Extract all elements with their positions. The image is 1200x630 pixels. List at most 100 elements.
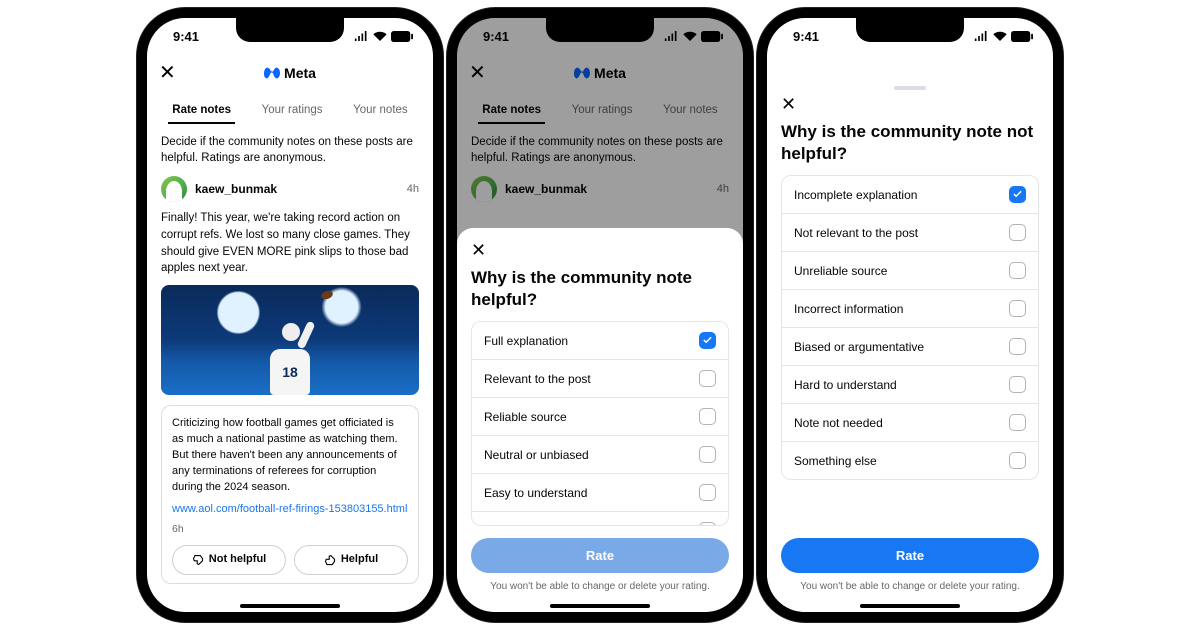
sheet-footer: Rate You won't be able to change or dele… bbox=[471, 526, 729, 612]
option-label: Hard to understand bbox=[794, 378, 897, 392]
close-icon[interactable]: ✕ bbox=[159, 60, 176, 85]
sheet-title: Why is the community note helpful? bbox=[471, 267, 729, 311]
phone-rate-notes: 9:41 ✕ Meta Rate notes Your ratings Your… bbox=[147, 18, 433, 612]
phone-notch bbox=[856, 18, 964, 42]
option-label: Reliable source bbox=[484, 410, 567, 424]
meta-logo-icon bbox=[264, 65, 280, 81]
sheet-footer: Rate You won't be able to change or dele… bbox=[781, 526, 1039, 612]
home-indicator[interactable] bbox=[550, 604, 650, 608]
checkbox[interactable] bbox=[699, 484, 716, 501]
battery-icon bbox=[391, 31, 413, 42]
rate-footnote: You won't be able to change or delete yo… bbox=[471, 581, 729, 592]
jersey-number: 18 bbox=[270, 349, 310, 395]
thumbs-down-icon bbox=[192, 554, 204, 566]
option-label: Not relevant to the post bbox=[794, 226, 918, 240]
option-row[interactable]: Something else bbox=[782, 441, 1038, 479]
brand-text: Meta bbox=[284, 65, 316, 81]
post-image[interactable]: 18 bbox=[161, 285, 419, 395]
post-header: kaew_bunmak 4h bbox=[161, 176, 419, 202]
phone-notch bbox=[546, 18, 654, 42]
checkbox[interactable] bbox=[1009, 376, 1026, 393]
checkbox[interactable] bbox=[1009, 186, 1026, 203]
username[interactable]: kaew_bunmak bbox=[195, 182, 277, 196]
option-row[interactable]: Easy to understand bbox=[472, 473, 728, 511]
battery-icon bbox=[1011, 31, 1033, 42]
checkbox[interactable] bbox=[1009, 338, 1026, 355]
option-row[interactable]: Biased or argumentative bbox=[782, 327, 1038, 365]
phone-not-helpful-sheet: 9:41 ✕ Why is the community note not hel… bbox=[767, 18, 1053, 612]
option-label: Easy to understand bbox=[484, 486, 587, 500]
top-bar: ✕ Meta bbox=[147, 54, 433, 92]
phone-notch bbox=[236, 18, 344, 42]
option-label: Note not needed bbox=[794, 416, 883, 430]
checkbox[interactable] bbox=[1009, 300, 1026, 317]
checkbox[interactable] bbox=[1009, 414, 1026, 431]
option-label: Something else bbox=[794, 454, 877, 468]
signal-icon bbox=[974, 31, 989, 41]
tab-rate-notes[interactable]: Rate notes bbox=[168, 98, 235, 124]
helpful-button[interactable]: Helpful bbox=[294, 545, 408, 575]
tab-your-notes[interactable]: Your notes bbox=[349, 98, 412, 124]
note-text: Criticizing how football games get offic… bbox=[172, 416, 408, 496]
signal-icon bbox=[354, 31, 369, 41]
home-indicator[interactable] bbox=[860, 604, 960, 608]
option-row[interactable]: Neutral or unbiased bbox=[472, 435, 728, 473]
option-label: Full explanation bbox=[484, 334, 568, 348]
note-actions: Not helpful Helpful bbox=[172, 545, 408, 575]
option-row[interactable]: Unreliable source bbox=[782, 251, 1038, 289]
community-note: Criticizing how football games get offic… bbox=[161, 405, 419, 584]
option-row[interactable]: Full explanation bbox=[472, 322, 728, 359]
avatar[interactable] bbox=[161, 176, 187, 202]
option-row[interactable]: Note not needed bbox=[782, 403, 1038, 441]
brand: Meta bbox=[264, 65, 316, 81]
option-row[interactable]: Relevant to the post bbox=[472, 359, 728, 397]
checkbox[interactable] bbox=[699, 408, 716, 425]
instructions: Decide if the community notes on these p… bbox=[161, 134, 419, 166]
checkbox[interactable] bbox=[699, 332, 716, 349]
checkbox[interactable] bbox=[1009, 224, 1026, 241]
helpful-sheet: ✕ Why is the community note helpful? Ful… bbox=[457, 228, 743, 612]
tab-your-ratings[interactable]: Your ratings bbox=[258, 98, 327, 124]
options-list: Full explanation Relevant to the post Reli… bbox=[471, 321, 729, 526]
sheet-title: Why is the community note not helpful? bbox=[781, 121, 1039, 165]
checkbox[interactable] bbox=[699, 446, 716, 463]
status-signals bbox=[354, 31, 413, 42]
option-label: Incorrect information bbox=[794, 302, 903, 316]
option-label: Neutral or unbiased bbox=[484, 448, 589, 462]
checkbox[interactable] bbox=[1009, 262, 1026, 279]
tabs: Rate notes Your ratings Your notes bbox=[147, 92, 433, 124]
option-row[interactable]: Reliable source bbox=[472, 397, 728, 435]
option-row[interactable]: Hard to understand bbox=[782, 365, 1038, 403]
rate-button[interactable]: Rate bbox=[781, 538, 1039, 573]
wifi-icon bbox=[373, 31, 387, 41]
spacer bbox=[767, 54, 1053, 76]
post-body: Finally! This year, we're taking record … bbox=[161, 210, 419, 277]
option-label: Relevant to the post bbox=[484, 372, 591, 386]
content-scroll[interactable]: Decide if the community notes on these p… bbox=[147, 124, 433, 612]
note-link[interactable]: www.aol.com/football-ref-firings-1538031… bbox=[172, 502, 408, 518]
option-label: Unreliable source bbox=[794, 264, 887, 278]
sheet-close-icon[interactable]: ✕ bbox=[781, 94, 796, 115]
option-label: Biased or argumentative bbox=[794, 340, 924, 354]
option-row[interactable]: Incomplete explanation bbox=[782, 176, 1038, 213]
status-time: 9:41 bbox=[793, 29, 819, 44]
post-time: 4h bbox=[407, 183, 419, 195]
option-row[interactable]: Incorrect information bbox=[782, 289, 1038, 327]
not-helpful-sheet: ✕ Why is the community note not helpful?… bbox=[767, 74, 1053, 612]
option-row[interactable]: Something else bbox=[472, 511, 728, 526]
rate-button[interactable]: Rate bbox=[471, 538, 729, 573]
phone-helpful-sheet: 9:41 ✕ Meta Rate notes Your ratings Your… bbox=[457, 18, 743, 612]
wifi-icon bbox=[993, 31, 1007, 41]
options-list: Incomplete explanation Not relevant to th… bbox=[781, 175, 1039, 480]
checkbox[interactable] bbox=[1009, 452, 1026, 469]
rate-footnote: You won't be able to change or delete yo… bbox=[781, 581, 1039, 592]
note-time: 6h bbox=[172, 522, 408, 537]
not-helpful-button[interactable]: Not helpful bbox=[172, 545, 286, 575]
sheet-grabber[interactable] bbox=[894, 86, 926, 90]
option-label: Incomplete explanation bbox=[794, 188, 917, 202]
checkbox[interactable] bbox=[699, 370, 716, 387]
sheet-close-icon[interactable]: ✕ bbox=[471, 240, 486, 261]
option-row[interactable]: Not relevant to the post bbox=[782, 213, 1038, 251]
home-indicator[interactable] bbox=[240, 604, 340, 608]
status-signals bbox=[974, 31, 1033, 42]
